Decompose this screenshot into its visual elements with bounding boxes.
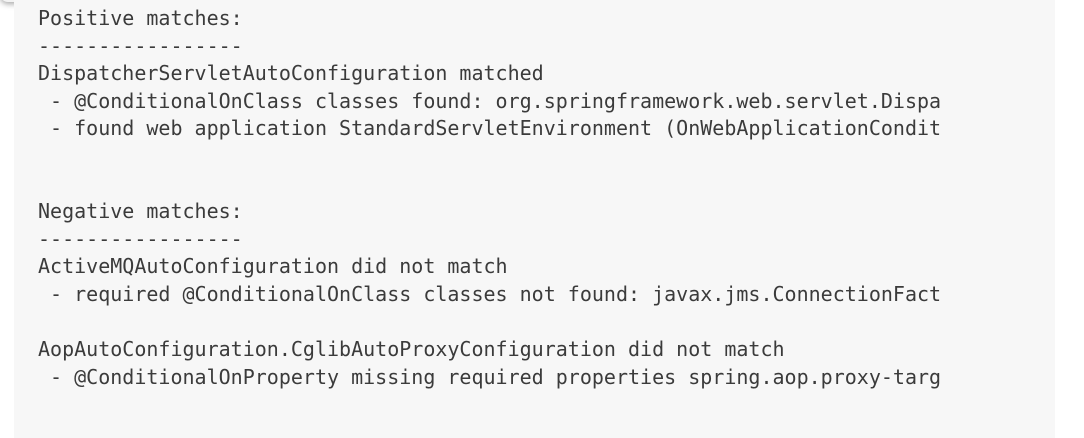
conditional-on-class-detail: - @ConditionalOnClass classes found: org… bbox=[38, 88, 942, 113]
activemq-missing-class-detail: - required @ConditionalOnClass classes n… bbox=[38, 281, 942, 306]
screen: Positive matches: ----------------- Dispat… bbox=[0, 0, 1084, 438]
dispatcher-servlet-match: DispatcherServletAutoConfiguration match… bbox=[38, 61, 544, 86]
web-application-detail: - found web application StandardServletE… bbox=[38, 116, 942, 141]
report-text: Positive matches: ----------------- Dispat… bbox=[38, 5, 941, 391]
positive-matches-heading: Positive matches: bbox=[38, 6, 243, 30]
aop-no-match: AopAutoConfiguration.CglibAutoProxyConfi… bbox=[38, 337, 785, 362]
right-margin bbox=[1055, 0, 1084, 438]
aop-missing-property-detail: - @ConditionalOnProperty missing require… bbox=[38, 364, 942, 389]
positive-matches-divider: ----------------- bbox=[38, 33, 243, 58]
negative-matches-divider: ----------------- bbox=[38, 226, 243, 251]
auto-configuration-report: Positive matches: ----------------- Dispat… bbox=[14, 0, 1055, 438]
activemq-no-match: ActiveMQAutoConfiguration did not match bbox=[38, 254, 508, 279]
negative-matches-heading: Negative matches: bbox=[38, 199, 243, 224]
